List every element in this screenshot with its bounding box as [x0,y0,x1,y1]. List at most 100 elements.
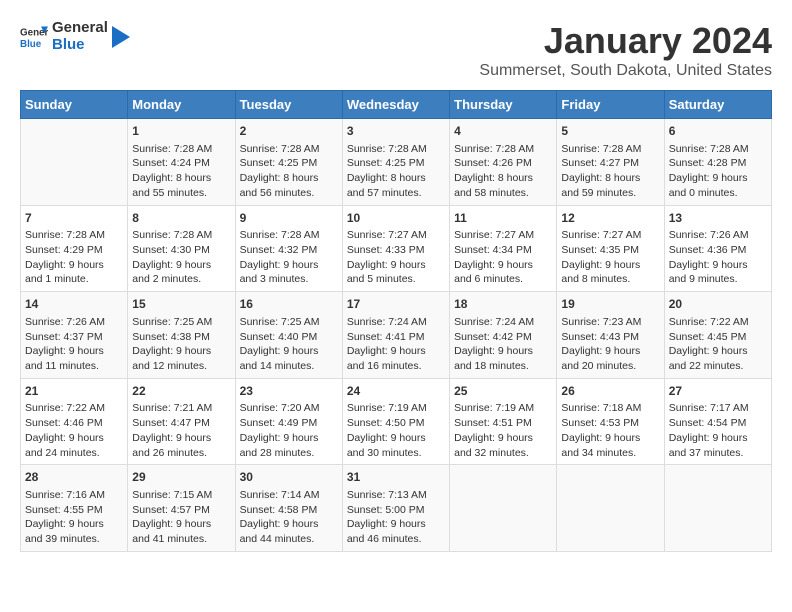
day-of-week-header: Saturday [664,91,771,119]
cell-content: Sunrise: 7:17 AM Sunset: 4:54 PM Dayligh… [669,401,767,460]
cell-content: Sunrise: 7:19 AM Sunset: 4:51 PM Dayligh… [454,401,552,460]
calendar-cell: 6Sunrise: 7:28 AM Sunset: 4:28 PM Daylig… [664,119,771,206]
cell-content: Sunrise: 7:28 AM Sunset: 4:27 PM Dayligh… [561,142,659,201]
calendar-cell: 14 Sunrise: 7:26 AM Sunset: 4:37 PM Dayli… [21,292,128,379]
calendar-week-row: 14 Sunrise: 7:26 AM Sunset: 4:37 PM Dayli… [21,292,772,379]
calendar-cell: 9Sunrise: 7:28 AM Sunset: 4:32 PM Daylig… [235,205,342,292]
calendar-cell: 11Sunrise: 7:27 AM Sunset: 4:34 PM Dayli… [450,205,557,292]
cell-content: Sunrise: 7:28 AM Sunset: 4:25 PM Dayligh… [240,142,338,201]
page-title: January 2024 [479,20,772,62]
logo-general-text: General [52,20,108,37]
svg-text:Blue: Blue [20,38,42,49]
logo: General Blue General Blue [20,20,130,53]
calendar-cell: 19 Sunrise: 7:23 AM Sunset: 4:43 PM Dayli… [557,292,664,379]
day-number: 18 [454,296,552,313]
calendar-cell: 24Sunrise: 7:19 AM Sunset: 4:50 PM Dayli… [342,378,449,465]
day-number: 29 [132,469,230,486]
cell-content: Sunrise: 7:22 AM Sunset: 4:45 PM Dayligh… [669,315,767,374]
day-number: 2 [240,123,338,140]
calendar-cell: 3Sunrise: 7:28 AM Sunset: 4:25 PM Daylig… [342,119,449,206]
day-number: 22 [132,383,230,400]
cell-content: Sunrise: 7:25 AM Sunset: 4:40 PM Dayligh… [240,315,338,374]
cell-content: Sunrise: 7:15 AM Sunset: 4:57 PM Dayligh… [132,488,230,547]
calendar-cell: 28 Sunrise: 7:16 AM Sunset: 4:55 PM Dayli… [21,465,128,552]
cell-content: Sunrise: 7:24 AM Sunset: 4:41 PM Dayligh… [347,315,445,374]
logo-arrow-icon [112,26,130,48]
calendar-cell: 30Sunrise: 7:14 AM Sunset: 4:58 PM Dayli… [235,465,342,552]
calendar-cell: 27Sunrise: 7:17 AM Sunset: 4:54 PM Dayli… [664,378,771,465]
cell-content: Sunrise: 7:13 AM Sunset: 5:00 PM Dayligh… [347,488,445,547]
cell-content: Sunrise: 7:28 AM Sunset: 4:32 PM Dayligh… [240,228,338,287]
calendar-cell: 5 Sunrise: 7:28 AM Sunset: 4:27 PM Daylig… [557,119,664,206]
cell-content: Sunrise: 7:27 AM Sunset: 4:35 PM Dayligh… [561,228,659,287]
calendar-table: SundayMondayTuesdayWednesdayThursdayFrid… [20,90,772,552]
calendar-cell: 18 Sunrise: 7:24 AM Sunset: 4:42 PM Dayli… [450,292,557,379]
day-number: 31 [347,469,445,486]
calendar-cell: 13Sunrise: 7:26 AM Sunset: 4:36 PM Dayli… [664,205,771,292]
day-number: 10 [347,210,445,227]
day-number: 19 [561,296,659,313]
calendar-week-row: 21Sunrise: 7:22 AM Sunset: 4:46 PM Dayli… [21,378,772,465]
day-of-week-header: Wednesday [342,91,449,119]
day-number: 7 [25,210,123,227]
cell-content: Sunrise: 7:26 AM Sunset: 4:36 PM Dayligh… [669,228,767,287]
calendar-cell: 7Sunrise: 7:28 AM Sunset: 4:29 PM Daylig… [21,205,128,292]
day-number: 14 [25,296,123,313]
cell-content: Sunrise: 7:21 AM Sunset: 4:47 PM Dayligh… [132,401,230,460]
calendar-cell: 31 Sunrise: 7:13 AM Sunset: 5:00 PM Dayli… [342,465,449,552]
calendar-cell [664,465,771,552]
day-of-week-header: Sunday [21,91,128,119]
day-number: 23 [240,383,338,400]
day-of-week-header: Friday [557,91,664,119]
day-number: 27 [669,383,767,400]
calendar-cell: 25Sunrise: 7:19 AM Sunset: 4:51 PM Dayli… [450,378,557,465]
calendar-cell: 8Sunrise: 7:28 AM Sunset: 4:30 PM Daylig… [128,205,235,292]
title-area: January 2024 Summerset, South Dakota, Un… [479,20,772,80]
calendar-cell: 17 Sunrise: 7:24 AM Sunset: 4:41 PM Dayli… [342,292,449,379]
day-number: 20 [669,296,767,313]
day-number: 13 [669,210,767,227]
cell-content: Sunrise: 7:20 AM Sunset: 4:49 PM Dayligh… [240,401,338,460]
calendar-cell: 4Sunrise: 7:28 AM Sunset: 4:26 PM Daylig… [450,119,557,206]
calendar-cell: 22Sunrise: 7:21 AM Sunset: 4:47 PM Dayli… [128,378,235,465]
calendar-cell: 29 Sunrise: 7:15 AM Sunset: 4:57 PM Dayli… [128,465,235,552]
calendar-cell: 10Sunrise: 7:27 AM Sunset: 4:33 PM Dayli… [342,205,449,292]
cell-content: Sunrise: 7:26 AM Sunset: 4:37 PM Dayligh… [25,315,123,374]
calendar-cell: 21Sunrise: 7:22 AM Sunset: 4:46 PM Dayli… [21,378,128,465]
day-of-week-header: Tuesday [235,91,342,119]
day-of-week-header: Monday [128,91,235,119]
cell-content: Sunrise: 7:14 AM Sunset: 4:58 PM Dayligh… [240,488,338,547]
cell-content: Sunrise: 7:22 AM Sunset: 4:46 PM Dayligh… [25,401,123,460]
calendar-week-row: 1 Sunrise: 7:28 AM Sunset: 4:24 PM Daylig… [21,119,772,206]
day-number: 5 [561,123,659,140]
cell-content: Sunrise: 7:23 AM Sunset: 4:43 PM Dayligh… [561,315,659,374]
generalblue-logo-icon: General Blue [20,23,48,51]
cell-content: Sunrise: 7:24 AM Sunset: 4:42 PM Dayligh… [454,315,552,374]
cell-content: Sunrise: 7:18 AM Sunset: 4:53 PM Dayligh… [561,401,659,460]
day-number: 15 [132,296,230,313]
calendar-cell: 2 Sunrise: 7:28 AM Sunset: 4:25 PM Daylig… [235,119,342,206]
day-number: 4 [454,123,552,140]
cell-content: Sunrise: 7:28 AM Sunset: 4:25 PM Dayligh… [347,142,445,201]
cell-content: Sunrise: 7:27 AM Sunset: 4:34 PM Dayligh… [454,228,552,287]
day-number: 9 [240,210,338,227]
day-number: 1 [132,123,230,140]
calendar-header: SundayMondayTuesdayWednesdayThursdayFrid… [21,91,772,119]
cell-content: Sunrise: 7:16 AM Sunset: 4:55 PM Dayligh… [25,488,123,547]
calendar-body: 1 Sunrise: 7:28 AM Sunset: 4:24 PM Daylig… [21,119,772,552]
calendar-cell: 1 Sunrise: 7:28 AM Sunset: 4:24 PM Daylig… [128,119,235,206]
day-number: 28 [25,469,123,486]
calendar-week-row: 7Sunrise: 7:28 AM Sunset: 4:29 PM Daylig… [21,205,772,292]
day-number: 17 [347,296,445,313]
day-number: 11 [454,210,552,227]
day-number: 8 [132,210,230,227]
days-of-week-row: SundayMondayTuesdayWednesdayThursdayFrid… [21,91,772,119]
cell-content: Sunrise: 7:28 AM Sunset: 4:24 PM Dayligh… [132,142,230,201]
calendar-cell: 12Sunrise: 7:27 AM Sunset: 4:35 PM Dayli… [557,205,664,292]
calendar-cell [557,465,664,552]
day-number: 25 [454,383,552,400]
logo-blue-text: Blue [52,37,108,54]
day-number: 24 [347,383,445,400]
day-number: 12 [561,210,659,227]
cell-content: Sunrise: 7:19 AM Sunset: 4:50 PM Dayligh… [347,401,445,460]
